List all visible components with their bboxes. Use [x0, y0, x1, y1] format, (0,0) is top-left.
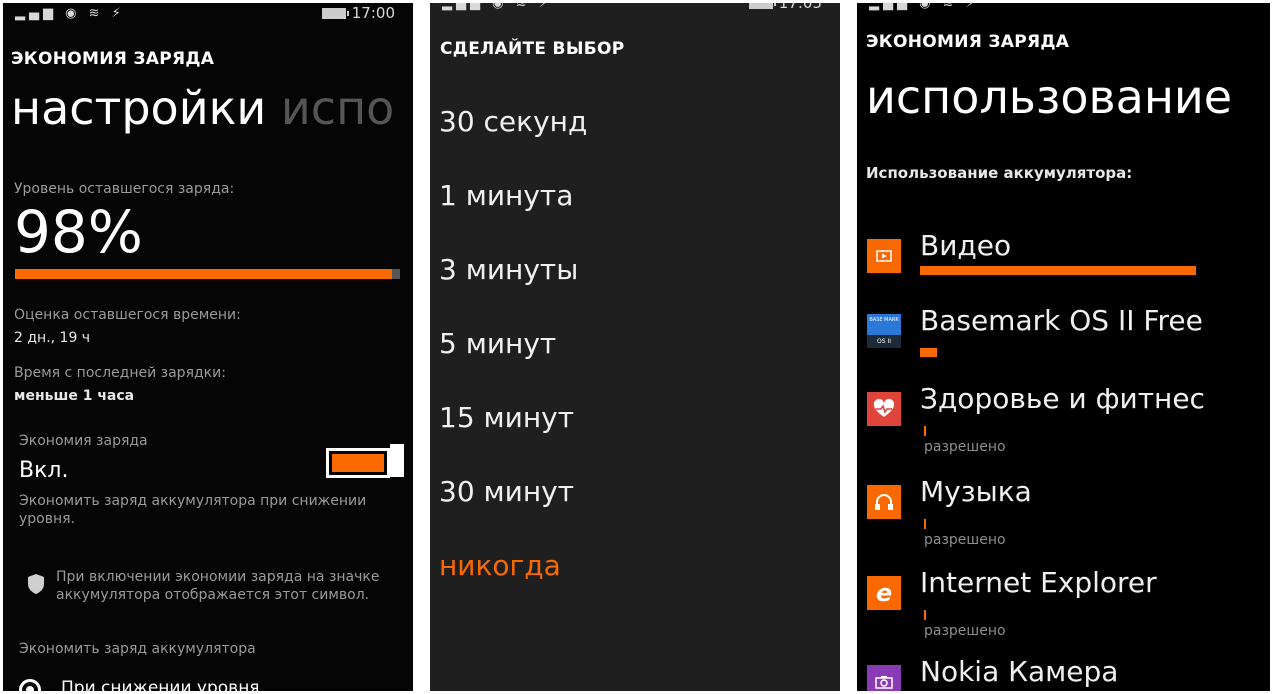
permission-status: разрешено [924, 439, 1006, 455]
app-name: Nokia Камера [920, 655, 1119, 688]
picker-option[interactable]: никогда [439, 549, 561, 582]
usage-bar [920, 348, 937, 357]
shield-icon [28, 574, 44, 594]
toggle-on-fill [332, 454, 384, 472]
battery-icon [748, 3, 776, 9]
status-bar: ▂▄▆ ◉ ≋ ⚡ 17:05 [430, 3, 840, 15]
picker-header: СДЕЛАЙТЕ ВЫБОР [440, 39, 625, 59]
app-title: ЭКОНОМИЯ ЗАРЯДА [866, 32, 1070, 52]
time-estimate-value: 2 дн., 19 ч [14, 330, 91, 346]
picker-option[interactable]: 5 минут [439, 327, 556, 360]
app-name: Музыка [920, 475, 1032, 508]
clock: 17:05 [778, 3, 822, 12]
battery-saver-settings-screen: ▂▄▆ ◉ ≋ ⚡ 17:00 ЭКОНОМИЯ ЗАРЯДА настройк… [3, 3, 413, 691]
charge-label: Уровень оставшегося заряда: [14, 181, 235, 197]
pivot-item-usage[interactable]: использование [866, 70, 1232, 124]
clock: 17:00 [351, 4, 395, 22]
basemark-icon: BASE MARK OS II [867, 314, 901, 348]
battery-saver-toggle[interactable] [326, 444, 406, 478]
app-name: Видео [920, 229, 1012, 262]
app-title: ЭКОНОМИЯ ЗАРЯДА [11, 49, 215, 69]
usage-bar [920, 266, 1196, 275]
picker-option[interactable]: 30 минут [439, 475, 574, 508]
video-icon [867, 239, 901, 273]
usage-bar [924, 426, 926, 436]
app-name: Internet Explorer [920, 566, 1157, 599]
heart-icon [867, 392, 901, 426]
picker-option[interactable]: 1 минута [439, 179, 573, 212]
radio-option-label[interactable]: При снижении уровня [61, 678, 260, 691]
charge-percentage: 98% [14, 198, 143, 266]
saver-state: Вкл. [19, 458, 69, 483]
radio-button[interactable] [19, 679, 41, 691]
status-bar: ▂▄▆ ◉ ≋ ⚡ 17:00 [3, 3, 413, 25]
picker-option[interactable]: 15 минут [439, 401, 574, 434]
shield-note: При включении экономии заряда на значке … [56, 569, 380, 603]
usage-bar [924, 610, 926, 620]
status-bar: ▂▄▆ ◉ ≋ ⚡ [857, 3, 1270, 15]
battery-icon [321, 7, 349, 19]
pivot-item-settings[interactable]: настройки [11, 81, 266, 135]
battery-status: 17:05 [748, 3, 822, 12]
permission-status: разрешено [924, 623, 1006, 639]
signal-bars-icon: ▂▄▆ ◉ ≋ ⚡ [869, 3, 979, 11]
toggle-thumb[interactable] [390, 444, 404, 477]
headphones-icon [867, 485, 901, 519]
internet-explorer-icon: e [867, 576, 901, 610]
battery-status: 17:00 [321, 4, 395, 22]
since-charge-label: Время с последней зарядки: [14, 365, 226, 381]
app-name: Здоровье и фитнес [920, 382, 1205, 415]
time-estimate-label: Оценка оставшегося времени: [14, 307, 241, 323]
save-when-label: Экономить заряд аккумулятора [19, 641, 256, 657]
signal-bars-icon: ▂▄▆ ◉ ≋ ⚡ [442, 3, 552, 11]
pivot-header[interactable]: настройки испо [11, 81, 394, 135]
charge-progress-bar [15, 269, 400, 279]
battery-usage-screen: ▂▄▆ ◉ ≋ ⚡ ЭКОНОМИЯ ЗАРЯДА использование … [857, 3, 1270, 691]
picker-option[interactable]: 30 секунд [439, 105, 587, 138]
pivot-item-usage[interactable]: испо [281, 81, 394, 135]
app-name: Basemark OS II Free [920, 304, 1203, 337]
signal-bars-icon: ▂▄▆ ◉ ≋ ⚡ [15, 6, 125, 21]
charge-progress-fill [15, 269, 393, 279]
camera-icon [867, 665, 901, 691]
saver-label: Экономия заряда [19, 433, 148, 449]
toggle-track[interactable] [326, 448, 390, 478]
usage-bar [924, 519, 926, 529]
usage-label: Использование аккумулятора: [866, 164, 1133, 182]
choice-picker-screen: ▂▄▆ ◉ ≋ ⚡ 17:05 СДЕЛАЙТЕ ВЫБОР 30 секунд… [430, 3, 840, 691]
since-charge-value: меньше 1 часа [14, 388, 135, 404]
saver-description: Экономить заряд аккумулятора при снижени… [19, 493, 367, 527]
picker-option[interactable]: 3 минуты [439, 253, 578, 286]
permission-status: разрешено [924, 532, 1006, 548]
